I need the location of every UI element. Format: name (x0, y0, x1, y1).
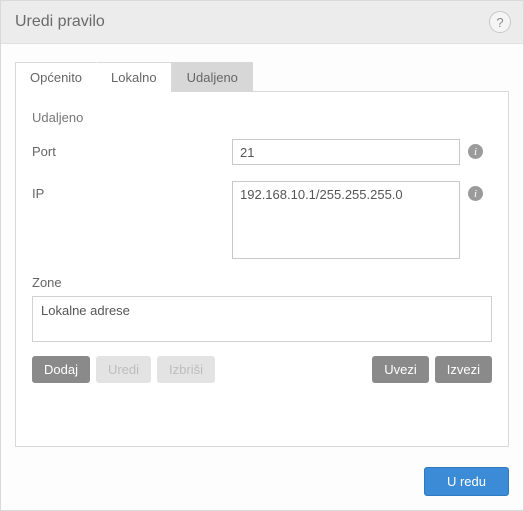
tab-general[interactable]: Općenito (15, 62, 97, 92)
dialog-footer: U redu (1, 457, 523, 510)
dialog-window: Uredi pravilo ? Općenito Lokalno Udaljen… (0, 0, 524, 511)
zone-label: Zone (32, 275, 492, 290)
port-label: Port (32, 139, 232, 159)
zone-list[interactable]: Lokalne adrese (32, 296, 492, 342)
export-button[interactable]: Izvezi (435, 356, 492, 383)
help-icon[interactable]: ? (489, 11, 511, 33)
content-area: Općenito Lokalno Udaljeno Udaljeno Port … (1, 44, 523, 457)
ip-label: IP (32, 181, 232, 201)
tab-remote[interactable]: Udaljeno (172, 62, 253, 92)
ip-input[interactable]: 192.168.10.1/255.255.255.0 (232, 181, 460, 259)
info-icon[interactable]: i (468, 144, 483, 159)
remote-panel: Udaljeno Port i IP 192.168.10.1/255.255.… (15, 91, 509, 447)
dialog-title: Uredi pravilo (15, 13, 105, 31)
info-icon[interactable]: i (468, 186, 483, 201)
zone-list-item[interactable]: Lokalne adrese (41, 303, 483, 318)
zone-button-row: Dodaj Uredi Izbriši Uvezi Izvezi (32, 356, 492, 383)
port-input[interactable] (232, 139, 460, 165)
titlebar: Uredi pravilo ? (1, 1, 523, 44)
add-button[interactable]: Dodaj (32, 356, 90, 383)
delete-button: Izbriši (157, 356, 215, 383)
row-port: Port i (32, 139, 492, 165)
row-ip: IP 192.168.10.1/255.255.255.0 i (32, 181, 492, 259)
remote-heading: Udaljeno (32, 110, 492, 125)
edit-button: Uredi (96, 356, 151, 383)
tab-local[interactable]: Lokalno (96, 62, 172, 92)
ok-button[interactable]: U redu (424, 467, 509, 496)
import-button[interactable]: Uvezi (372, 356, 429, 383)
tab-bar: Općenito Lokalno Udaljeno (15, 62, 509, 92)
